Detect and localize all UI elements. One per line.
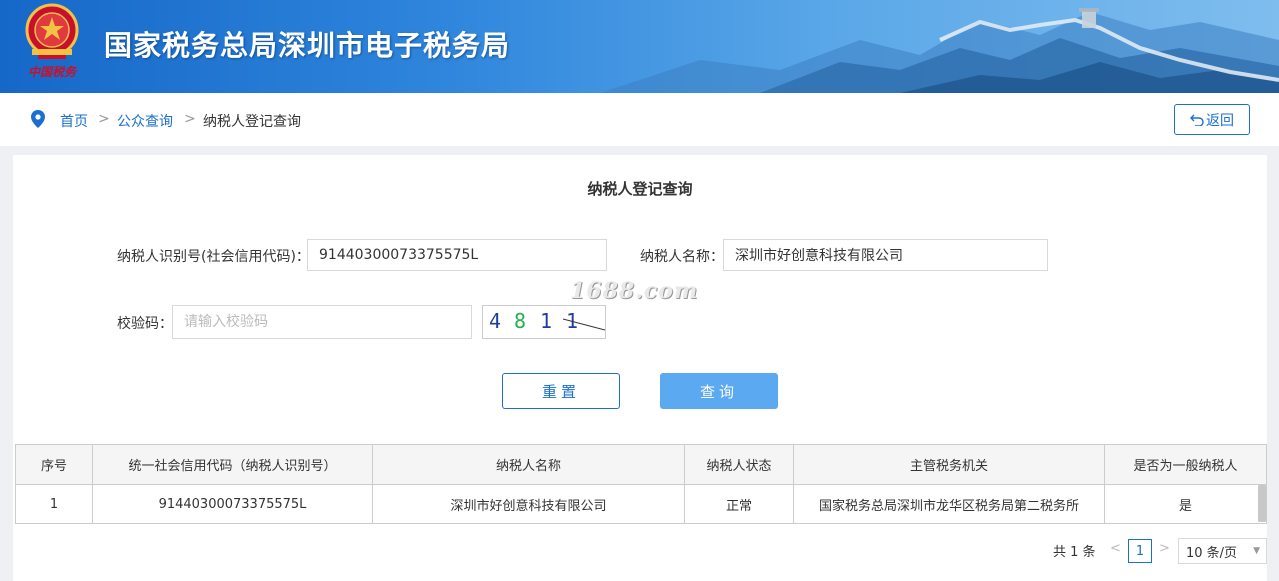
site-banner: 中国税务 国家税务总局深圳市电子税务局 [0, 0, 1279, 93]
table-header-row: 序号 统一社会信用代码（纳税人识别号） 纳税人名称 纳税人状态 主管税务机关 是… [15, 444, 1267, 485]
captcha-char: 4 [489, 309, 501, 333]
site-title: 国家税务总局深圳市电子税务局 [104, 29, 511, 62]
captcha-input[interactable] [172, 305, 472, 339]
column-header-general-taxpayer: 是否为一般纳税人 [1104, 444, 1267, 485]
form-title: 纳税人登记查询 [587, 180, 693, 198]
breadcrumb-home-link[interactable]: 首页 [60, 111, 88, 131]
pager-page-1[interactable]: 1 [1128, 539, 1152, 563]
table-row: 1 91440300073375575L 深圳市好创意科技有限公司 正常 国家税… [15, 484, 1267, 524]
taxpayer-id-label: 纳税人识别号(社会信用代码)： [117, 249, 310, 265]
breadcrumb-separator: > [98, 111, 110, 127]
return-icon [1190, 114, 1204, 126]
reset-button[interactable]: 重置 [502, 373, 620, 409]
pager-total: 共 1 条 [1053, 545, 1096, 560]
taxpayer-id-input[interactable] [307, 239, 607, 271]
column-header-index: 序号 [15, 444, 93, 485]
location-pin-icon [31, 110, 45, 128]
back-button[interactable]: 返回 [1174, 104, 1250, 135]
logo-caption: 中国税务 [27, 65, 76, 79]
pager-prev-button[interactable]: < [1110, 541, 1121, 556]
column-header-tax-authority: 主管税务机关 [793, 444, 1105, 485]
cell-index: 1 [15, 484, 93, 524]
column-header-credit-code: 统一社会信用代码（纳税人识别号） [92, 444, 373, 485]
pager-next-button[interactable]: > [1159, 541, 1170, 556]
cell-general-taxpayer: 是 [1104, 484, 1267, 524]
taxpayer-name-input[interactable] [723, 239, 1048, 271]
cell-status: 正常 [684, 484, 794, 524]
cell-tax-authority: 国家税务总局深圳市龙华区税务局第二税务所 [793, 484, 1105, 524]
breadcrumb: 首页 > 公众查询 > 纳税人登记查询 返回 [0, 93, 1279, 146]
captcha-label: 校验码： [117, 316, 173, 332]
page-size-select[interactable]: 10 条/页 ▼ [1178, 538, 1267, 564]
column-header-status: 纳税人状态 [684, 444, 794, 485]
page-size-value: 10 条/页 [1186, 545, 1238, 561]
captcha-char: 1 [540, 309, 552, 333]
back-button-label: 返回 [1206, 112, 1234, 129]
breadcrumb-public-query-link[interactable]: 公众查询 [117, 111, 173, 131]
breadcrumb-current: 纳税人登记查询 [203, 114, 301, 130]
query-button[interactable]: 查询 [660, 373, 778, 409]
cell-credit-code: 91440300073375575L [92, 484, 373, 524]
chevron-down-icon: ▼ [1253, 546, 1260, 556]
column-header-taxpayer-name: 纳税人名称 [372, 444, 685, 485]
captcha-char: 8 [514, 309, 526, 333]
watermark: 1688.com [570, 278, 699, 304]
captcha-image[interactable]: 4 8 1 1 [482, 305, 606, 339]
result-table: 序号 统一社会信用代码（纳税人识别号） 纳税人名称 纳税人状态 主管税务机关 是… [15, 444, 1267, 524]
query-card: 纳税人登记查询 纳税人识别号(社会信用代码)： 纳税人名称： 校验码： 1688… [13, 155, 1267, 581]
breadcrumb-separator: > [184, 111, 196, 127]
taxpayer-name-label: 纳税人名称： [640, 249, 724, 265]
table-scrollbar[interactable] [1258, 485, 1266, 522]
cell-taxpayer-name: 深圳市好创意科技有限公司 [372, 484, 685, 524]
